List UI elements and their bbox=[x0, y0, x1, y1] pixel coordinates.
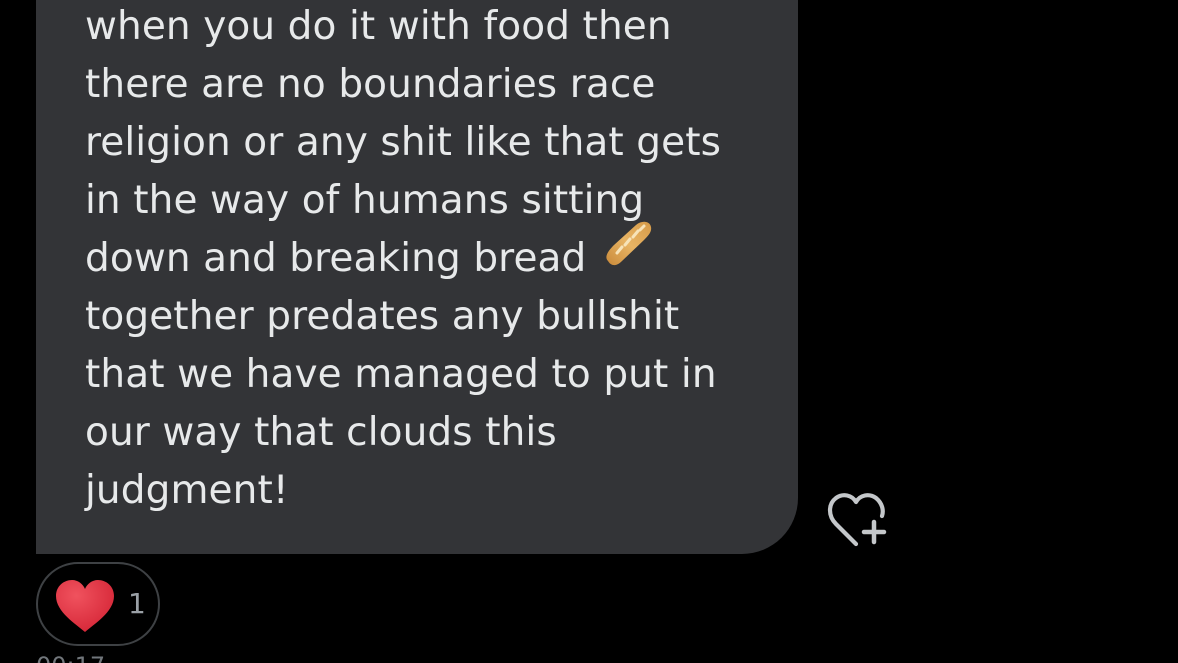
message-line: together predates any bullshit bbox=[85, 294, 680, 339]
message-text: when you do it with food then there are … bbox=[85, 0, 785, 520]
red-heart-icon bbox=[54, 580, 116, 638]
message-line: when you do it with food then bbox=[85, 4, 672, 49]
heart-reaction-chip[interactable]: 1 bbox=[36, 562, 160, 646]
message-line: religion or any shit like that gets bbox=[85, 120, 722, 165]
message-line: our way that clouds this bbox=[85, 410, 557, 455]
message-timestamp: 00:17 bbox=[36, 652, 105, 663]
add-reaction-button[interactable] bbox=[826, 492, 890, 548]
message-line: in the way of humans sitting bbox=[85, 178, 645, 223]
message-line: judgment! bbox=[85, 468, 289, 513]
message-line: that we have managed to put in bbox=[85, 352, 717, 397]
reaction-count: 1 bbox=[128, 587, 146, 620]
baguette-bread-icon bbox=[600, 217, 656, 290]
heart-plus-icon bbox=[826, 493, 890, 552]
message-line: there are no boundaries race bbox=[85, 62, 656, 107]
message-line: down and breaking bread bbox=[85, 236, 587, 281]
dm-conversation: when you do it with food then there are … bbox=[0, 0, 1178, 663]
message-line-with-emoji: down and breaking bread bbox=[85, 221, 785, 288]
